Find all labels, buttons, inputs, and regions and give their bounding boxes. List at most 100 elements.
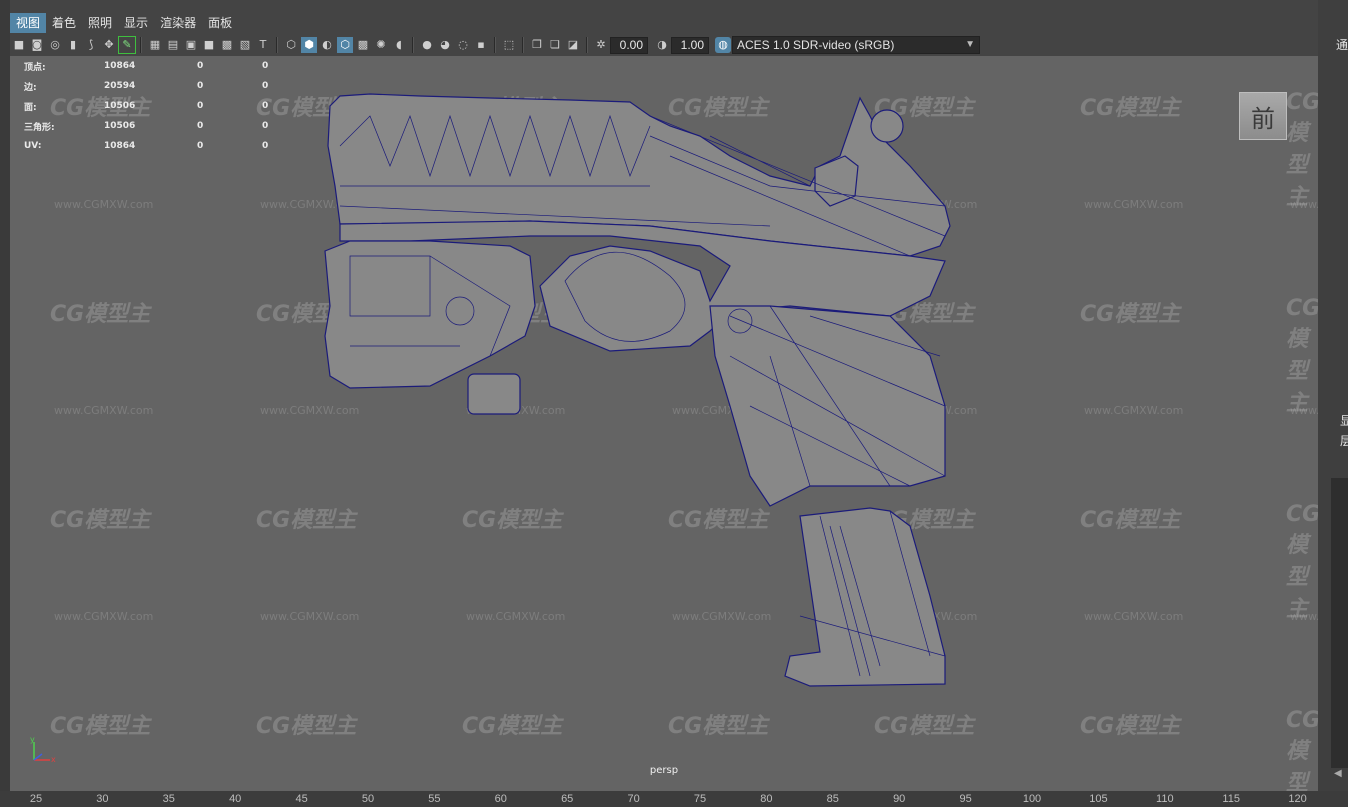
hud-value: 20594 xyxy=(104,81,136,91)
xray-joints-icon[interactable]: ❏ xyxy=(547,37,563,53)
wireframe-icon[interactable]: ⬡ xyxy=(283,37,299,53)
camera-icon[interactable]: ■ xyxy=(11,37,27,53)
textured-icon[interactable]: ▩ xyxy=(355,37,371,53)
pistol-hammer xyxy=(870,109,904,143)
hud-value: 0 xyxy=(262,61,269,71)
axis-y-label: y xyxy=(30,736,35,744)
xray-icon[interactable]: ❐ xyxy=(529,37,545,53)
film-gate-icon[interactable]: ▤ xyxy=(165,37,181,53)
screen-space-ao-icon[interactable]: ● xyxy=(419,37,435,53)
depth-of-field-icon[interactable]: ▪ xyxy=(473,37,489,53)
ruler-tick-label: 75 xyxy=(693,793,707,805)
use-lights-icon[interactable]: ✺ xyxy=(373,37,389,53)
toolbar-separator xyxy=(276,37,278,53)
hud-value: 10864 xyxy=(104,141,136,151)
shadows-icon[interactable]: ◖ xyxy=(391,37,407,53)
menu-renderer[interactable]: 渲染器 xyxy=(154,13,202,33)
resolution-gate-icon[interactable]: ▣ xyxy=(183,37,199,53)
ruler-tick-label: 120 xyxy=(1288,793,1307,805)
ruler-tick-label: 70 xyxy=(627,793,640,805)
hud-value: 10864 xyxy=(104,61,136,71)
tactical-light-button xyxy=(467,373,521,415)
color-space-label: ACES 1.0 SDR-video (sRGB) xyxy=(737,38,895,52)
field-chart-icon[interactable]: ▩ xyxy=(219,37,235,53)
hud-label: 边: xyxy=(24,82,37,93)
hud-row-vertices: 顶点: 10864 0 0 xyxy=(24,56,302,76)
right-panel-tab[interactable]: 通 xyxy=(1336,36,1348,53)
bookmark-icon[interactable]: ▮ xyxy=(65,37,81,53)
ruler-tick-label: 85 xyxy=(826,793,839,805)
toolbar-separator xyxy=(522,37,524,53)
menu-show[interactable]: 显示 xyxy=(118,13,154,33)
toolbar-separator xyxy=(140,37,142,53)
isolate-select-icon[interactable]: ⬚ xyxy=(501,37,517,53)
panel-menu-bar: 视图 着色 照明 显示 渲染器 面板 xyxy=(10,12,1318,34)
ruler-tick-label: 55 xyxy=(428,793,441,805)
ruler-tick-label: 110 xyxy=(1156,793,1174,805)
gamma-field[interactable]: 1.00 xyxy=(671,36,709,54)
motion-blur-icon[interactable]: ◕ xyxy=(437,37,453,53)
toolbar-separator xyxy=(586,37,588,53)
camera-attrs-icon[interactable]: ◙ xyxy=(29,37,45,53)
axis-gizmo: y x xyxy=(30,736,56,764)
color-space-dropdown[interactable]: ACES 1.0 SDR-video (sRGB) ▼ xyxy=(732,36,980,54)
ruler-tick-label: 35 xyxy=(162,793,175,805)
axis-x-label: x xyxy=(51,755,56,764)
gamma-icon[interactable]: ◑ xyxy=(654,37,670,53)
ruler-tick-label: 115 xyxy=(1222,793,1240,805)
menu-shading[interactable]: 着色 xyxy=(46,13,82,33)
ruler-tick-label: 65 xyxy=(561,793,574,805)
hud-value: 0 xyxy=(197,121,204,131)
right-panel-label-display[interactable]: 显 xyxy=(1340,412,1348,429)
gate-mask-icon[interactable]: ■ xyxy=(201,37,217,53)
hud-value: 0 xyxy=(197,61,204,71)
default-material-icon[interactable]: ◐ xyxy=(319,37,335,53)
panel-toolbar: ■ ◙ ◎ ▮ ⟆ ✥ ✎ ▦ ▤ ▣ ■ ▩ ▧ T ⬡ ⬢ ◐ ⬡ ▩ ✺ … xyxy=(10,34,1318,56)
ruler-tick-label: 30 xyxy=(96,793,109,805)
move-camera-icon[interactable]: ✥ xyxy=(101,37,117,53)
time-ruler[interactable]: 25 30 35 40 45 50 55 60 65 70 75 80 85 90 95 100 105 110 1… xyxy=(0,791,1348,807)
color-mgmt-icon[interactable]: ◍ xyxy=(715,37,731,53)
grid-icon[interactable]: ▦ xyxy=(147,37,163,53)
hud-value: 0 xyxy=(262,101,269,111)
ruler-tick-label: 25 xyxy=(29,793,43,805)
menu-panels[interactable]: 面板 xyxy=(202,13,238,33)
camera-lock-icon[interactable]: ◎ xyxy=(47,37,63,53)
pistol-grip xyxy=(709,305,946,507)
hud-value: 0 xyxy=(262,81,269,91)
hud-label: UV: xyxy=(24,141,42,151)
anti-aliasing-icon[interactable]: ◌ xyxy=(455,37,471,53)
scroll-left-icon[interactable]: ◀ xyxy=(1334,768,1342,779)
right-panel-label-layer[interactable]: 层 xyxy=(1340,432,1348,449)
hud-value: 0 xyxy=(197,141,204,151)
image-plane-icon[interactable]: ⟆ xyxy=(83,37,99,53)
shaded-wireframe-icon[interactable]: ⬡ xyxy=(337,37,353,53)
ruler-tick-label: 40 xyxy=(229,793,242,805)
exposure-icon[interactable]: ✲ xyxy=(593,37,609,53)
hud-row-uvs: UV: 10864 0 0 xyxy=(24,136,302,156)
hud-row-faces: 面: 10506 0 0 xyxy=(24,96,302,116)
pencil-icon[interactable]: ✎ xyxy=(118,36,136,54)
pistol-model[interactable] xyxy=(10,56,1318,791)
ruler-tick-label: 45 xyxy=(295,793,308,805)
ruler-tick-label: 95 xyxy=(959,793,972,805)
safe-title-icon[interactable]: T xyxy=(255,37,271,53)
view-cube[interactable]: 前 xyxy=(1239,92,1287,140)
safe-action-icon[interactable]: ▧ xyxy=(237,37,253,53)
poly-count-hud: 顶点: 10864 0 0 边: 20594 0 0 面: 10506 0 0 … xyxy=(24,56,302,156)
menu-lighting[interactable]: 照明 xyxy=(82,13,118,33)
hud-value: 0 xyxy=(262,141,269,151)
right-panel-scrollbar[interactable] xyxy=(1331,478,1348,768)
hud-value: 10506 xyxy=(104,121,136,131)
hud-value: 0 xyxy=(262,121,269,131)
ruler-tick-label: 100 xyxy=(1022,793,1042,805)
camera-name-label: persp xyxy=(649,765,679,776)
backface-icon[interactable]: ◪ xyxy=(565,37,581,53)
viewport-3d[interactable]: CG模型主CG模型主CG模型主CG模型主CG模型主CG模型主CG模型主www.C… xyxy=(10,56,1318,791)
exposure-field[interactable]: 0.00 xyxy=(610,36,648,54)
menu-view[interactable]: 视图 xyxy=(10,13,47,33)
ruler-tick-label: 105 xyxy=(1089,793,1108,805)
ruler-tick-label: 50 xyxy=(361,793,375,805)
smooth-shade-icon[interactable]: ⬢ xyxy=(301,37,317,53)
hud-value: 0 xyxy=(197,101,204,111)
